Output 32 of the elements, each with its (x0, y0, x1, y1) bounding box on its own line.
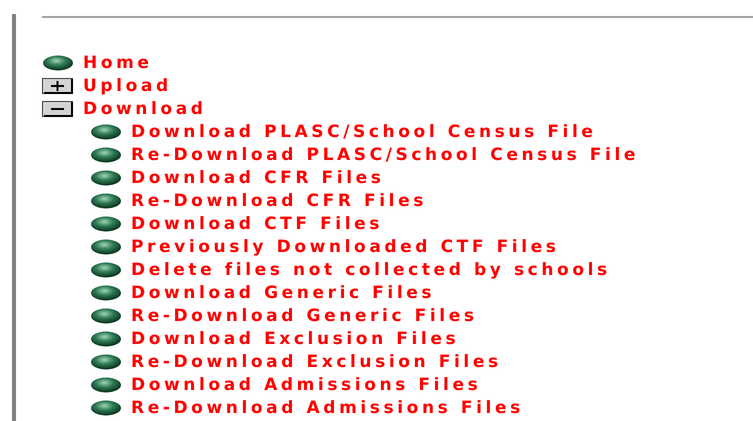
menu-link[interactable]: Download PLASC/School Census File (131, 122, 597, 142)
menu-link[interactable]: Home (83, 52, 153, 72)
bullet-icon (90, 330, 122, 346)
bullet-icon (42, 54, 74, 70)
menu-link[interactable]: Upload (83, 76, 172, 96)
menu-link[interactable]: Download Exclusion Files (131, 328, 460, 348)
menu-link[interactable]: Re-Download PLASC/School Census File (131, 144, 640, 164)
menu-link[interactable]: Download CFR Files (131, 168, 384, 188)
bullet-icon (90, 400, 122, 416)
menu-link[interactable]: Download Generic Files (131, 282, 436, 302)
bullet-icon (90, 170, 122, 186)
bullet-icon (90, 354, 122, 370)
menu-link[interactable]: Re-Download Exclusion Files (131, 352, 502, 372)
bullet-icon (90, 146, 122, 162)
menu-link[interactable]: Download (83, 98, 207, 118)
expand-icon[interactable] (42, 78, 74, 94)
menu-link[interactable]: Re-Download CFR Files (131, 190, 427, 210)
bullet-icon (90, 308, 122, 324)
bullet-icon (90, 216, 122, 232)
menu-link[interactable]: Re-Download Generic Files (131, 306, 478, 326)
bullet-icon (90, 238, 122, 254)
bullet-icon (90, 376, 122, 392)
bullet-icon (90, 124, 122, 140)
menu-link[interactable]: Download CTF Files (131, 214, 383, 234)
menu-link[interactable]: Delete files not collected by schools (131, 260, 611, 280)
menu-link[interactable]: Previously Downloaded CTF Files (131, 236, 560, 256)
bullet-icon (90, 192, 122, 208)
bullet-icon (90, 284, 122, 300)
menu-link[interactable]: Re-Download Admissions Files (131, 398, 524, 418)
bullet-icon (90, 262, 122, 278)
collapse-icon[interactable] (42, 100, 74, 116)
menu-link[interactable]: Download Admissions Files (131, 374, 482, 394)
